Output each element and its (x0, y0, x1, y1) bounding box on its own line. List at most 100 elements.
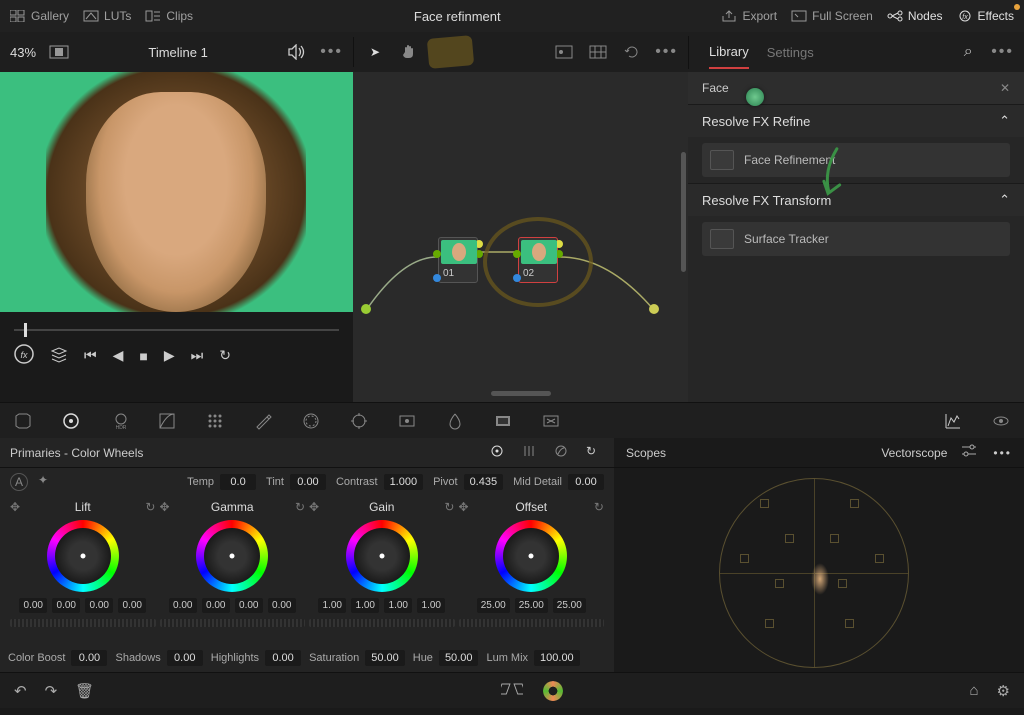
temp-value[interactable]: 0.0 (220, 474, 256, 490)
audio-icon[interactable] (286, 41, 308, 63)
gear-icon[interactable]: ⚙ (997, 682, 1010, 700)
scopes-icon[interactable] (944, 412, 962, 430)
scope-type-select[interactable]: Vectorscope (881, 446, 947, 460)
wheel-slider[interactable] (10, 619, 156, 627)
prev-clip-icon[interactable]: ⏮ (84, 347, 97, 364)
color-wheel[interactable] (346, 520, 418, 592)
hand-tool-icon[interactable] (398, 41, 420, 63)
color-wheels-icon[interactable] (62, 412, 80, 430)
wheel-adjust-icon[interactable]: ✥ (309, 500, 319, 514)
wheel-value[interactable]: 25.00 (515, 598, 548, 613)
key-icon[interactable] (494, 412, 512, 430)
wheel-value[interactable]: 0.00 (118, 598, 146, 613)
undo-icon[interactable]: ↶ (14, 682, 27, 700)
curves-icon[interactable] (158, 412, 176, 430)
wheel-value[interactable]: 1.00 (417, 598, 445, 613)
fx-toggle-icon[interactable]: fx (14, 344, 34, 367)
zoom-level[interactable]: 43% (10, 45, 36, 60)
wheel-value[interactable]: 0.00 (85, 598, 113, 613)
info-icon[interactable] (992, 412, 1010, 430)
export-button[interactable]: Export (721, 9, 777, 23)
tracker-icon[interactable] (350, 412, 368, 430)
wheel-reset-icon[interactable]: ↻ (594, 500, 604, 514)
wheel-value[interactable]: 1.00 (318, 598, 346, 613)
wheels-mode-icon[interactable] (490, 444, 508, 462)
fx-surface-tracker[interactable]: Surface Tracker (702, 222, 1010, 256)
trash-icon[interactable]: 🗑 (75, 682, 94, 700)
wheel-value[interactable]: 0.00 (52, 598, 80, 613)
wheel-adjust-icon[interactable]: ✥ (459, 500, 469, 514)
redo-icon[interactable]: ↷ (45, 682, 58, 700)
wheel-value[interactable]: 0.00 (235, 598, 263, 613)
home-icon[interactable]: ⌂ (969, 682, 978, 699)
sizing-icon[interactable] (542, 412, 560, 430)
play-reverse-icon[interactable]: ◀ (113, 347, 124, 364)
color-wheel[interactable] (495, 520, 567, 592)
wheel-value[interactable]: 0.00 (19, 598, 47, 613)
saturation-value[interactable]: 50.00 (365, 650, 405, 666)
shadows-value[interactable]: 0.00 (167, 650, 203, 666)
picker-icon[interactable]: ✦ (38, 473, 56, 491)
timeline-name[interactable]: Timeline 1 (82, 45, 274, 60)
luts-button[interactable]: LUTs (83, 9, 131, 23)
hdr-icon[interactable]: HDR (110, 412, 128, 430)
window-icon[interactable] (302, 412, 320, 430)
clear-search-icon[interactable]: ✕ (1000, 81, 1010, 95)
lummix-value[interactable]: 100.00 (534, 650, 580, 666)
fullscreen-button[interactable]: Full Screen (791, 9, 873, 23)
wheel-reset-icon[interactable]: ↻ (295, 500, 305, 514)
gallery-button[interactable]: Gallery (10, 9, 69, 23)
tab-library[interactable]: Library (709, 44, 749, 69)
contrast-value[interactable]: 1.000 (384, 474, 424, 490)
search-icon[interactable]: ⌕ (957, 41, 979, 63)
play-icon[interactable]: ▶ (164, 347, 175, 364)
wheel-value[interactable]: 1.00 (384, 598, 412, 613)
layers-icon[interactable] (50, 345, 68, 366)
nodes-button[interactable]: Nodes (887, 9, 943, 23)
wheel-value[interactable]: 0.00 (202, 598, 230, 613)
wheel-slider[interactable] (459, 619, 605, 627)
middetail-value[interactable]: 0.00 (568, 474, 604, 490)
auto-icon[interactable]: A (10, 473, 28, 491)
color-wheel[interactable] (47, 520, 119, 592)
node-grid-icon[interactable] (587, 41, 609, 63)
wheel-slider[interactable] (160, 619, 306, 627)
input-port-icon[interactable] (361, 304, 371, 314)
wheel-reset-icon[interactable]: ↻ (145, 500, 155, 514)
loop-icon[interactable]: ↻ (219, 347, 231, 364)
wheel-slider[interactable] (309, 619, 455, 627)
wheel-value[interactable]: 25.00 (553, 598, 586, 613)
workspace-icon[interactable] (501, 681, 523, 701)
pivot-value[interactable]: 0.435 (464, 474, 504, 490)
color-wheel[interactable] (196, 520, 268, 592)
pointer-tool-icon[interactable]: ➤ (364, 41, 386, 63)
wheel-value[interactable]: 0.00 (268, 598, 296, 613)
highlights-value[interactable]: 0.00 (265, 650, 301, 666)
node-layout-icon[interactable] (553, 41, 575, 63)
section-refine[interactable]: Resolve FX Refine⌃ (688, 104, 1024, 137)
section-transform[interactable]: Resolve FX Transform⌃ (688, 183, 1024, 216)
next-clip-icon[interactable]: ⏭ (191, 347, 204, 364)
wheel-value[interactable]: 1.00 (351, 598, 379, 613)
output-port-icon[interactable] (649, 304, 659, 314)
tint-value[interactable]: 0.00 (290, 474, 326, 490)
node-menu-icon[interactable]: ••• (655, 43, 678, 61)
fx-menu-icon[interactable]: ••• (991, 43, 1014, 61)
reset-icon[interactable] (621, 41, 643, 63)
scroll-handle[interactable] (491, 391, 551, 396)
camera-raw-icon[interactable] (14, 412, 32, 430)
effects-button[interactable]: fxEffects (957, 9, 1014, 23)
colorboost-value[interactable]: 0.00 (71, 650, 107, 666)
reset-primaries-icon[interactable]: ↻ (586, 444, 604, 462)
view-mode-icon[interactable] (48, 41, 70, 63)
wheel-reset-icon[interactable]: ↻ (444, 500, 454, 514)
wheel-value[interactable]: 25.00 (477, 598, 510, 613)
viewer-image[interactable] (0, 72, 353, 312)
stop-icon[interactable]: ■ (139, 348, 147, 364)
blur-icon[interactable] (446, 412, 464, 430)
scope-settings-icon[interactable] (961, 444, 979, 462)
clips-button[interactable]: Clips (145, 9, 193, 23)
search-input[interactable]: Face (702, 81, 990, 95)
scope-menu-icon[interactable]: ••• (993, 446, 1012, 460)
wheel-adjust-icon[interactable]: ✥ (10, 500, 20, 514)
